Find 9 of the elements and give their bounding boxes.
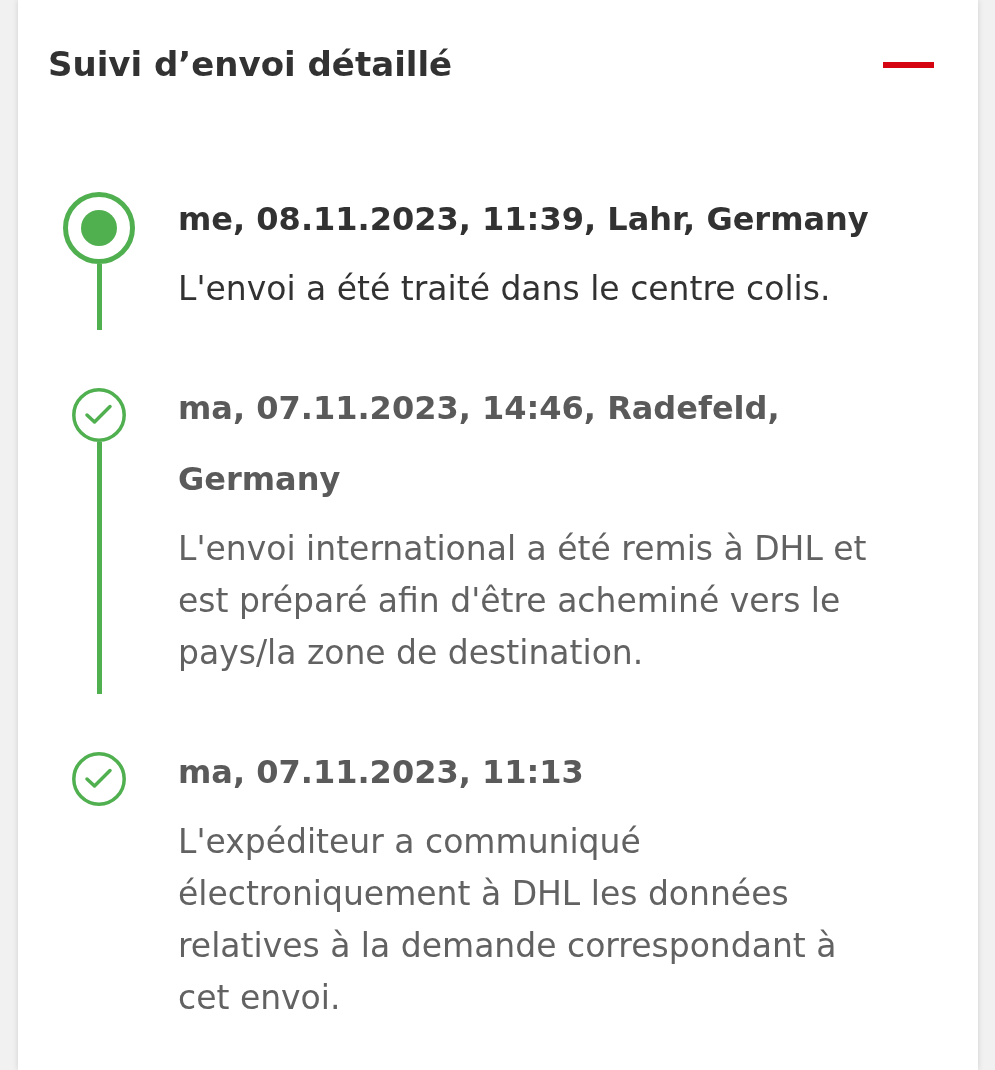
minus-icon[interactable] [883, 62, 934, 68]
event-heading: ma, 07.11.2023, 14:46, Radefeld, Germany [178, 388, 781, 500]
event-description: L'envoi international a été remis à DHL et est préparé afin d'être acheminé vers le pays/la zone de destination. [178, 528, 868, 674]
section-title: Suivi d’envoi détaillé [48, 43, 453, 86]
event-heading: me, 08.11.2023, 11:39, Lahr, Germany [178, 199, 870, 240]
timeline-connector [96, 264, 102, 330]
event-heading: ma, 07.11.2023, 11:13 [178, 752, 585, 793]
event-description: L'expéditeur a communiqué électroniquement à DHL les données relatives à la demande correspondant à cet envoi. [178, 821, 838, 1019]
event-description: L'envoi a été traité dans le centre colis. [178, 268, 832, 310]
